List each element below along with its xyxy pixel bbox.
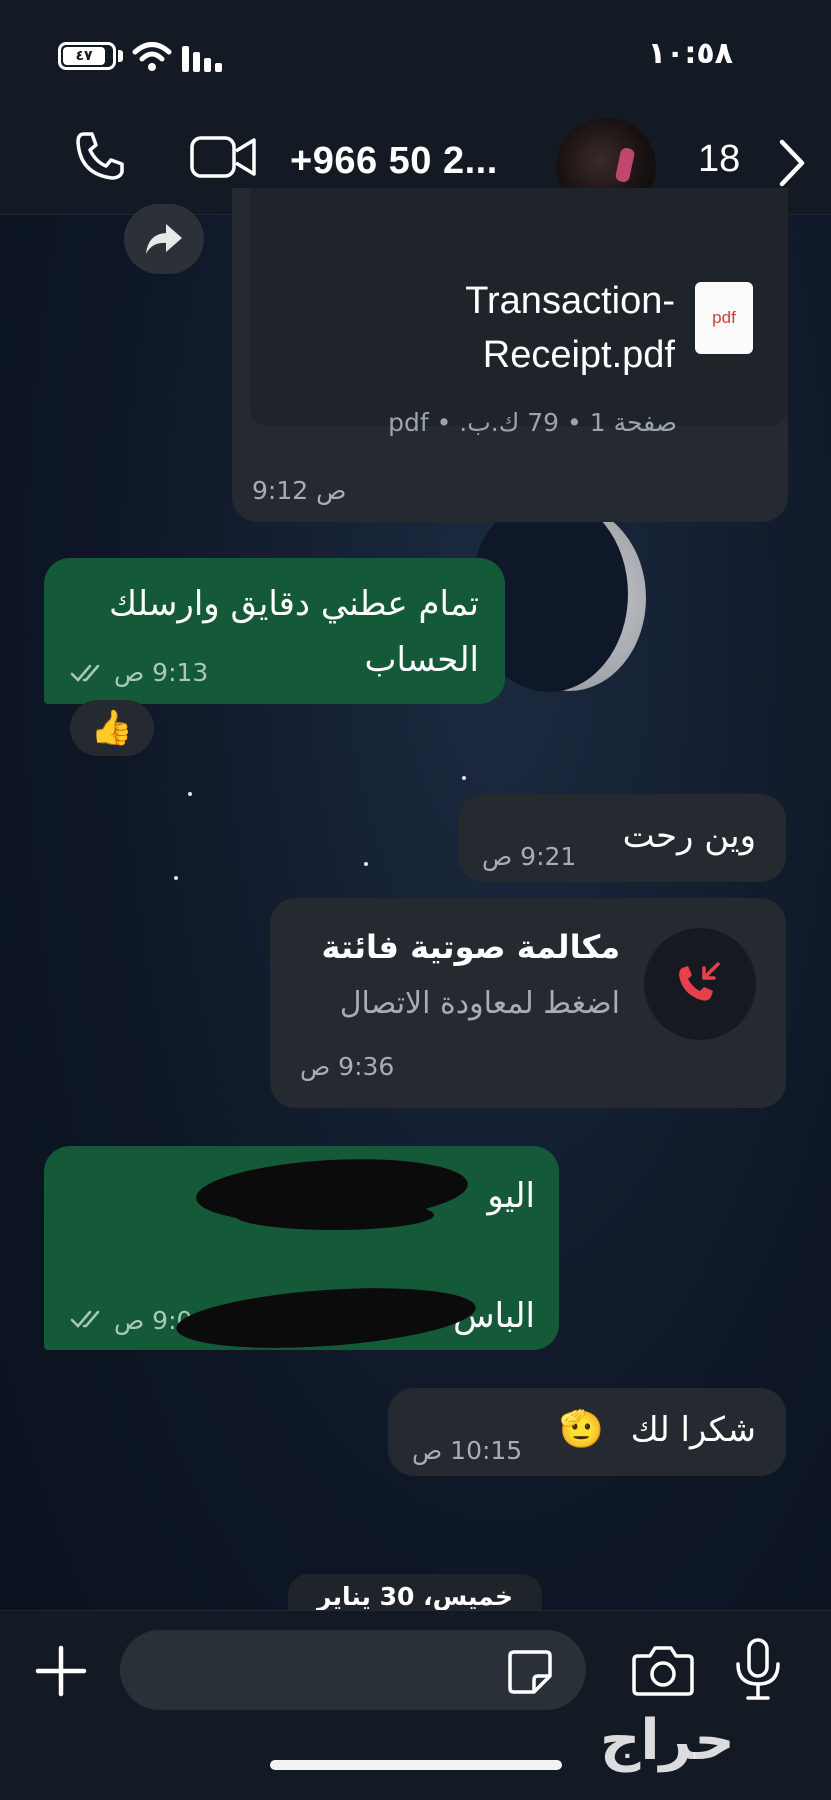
missed-call-title: مكالمة صوتية فائتة xyxy=(321,928,620,966)
star xyxy=(364,862,368,866)
message-time: 10:15 ص xyxy=(412,1436,523,1465)
missed-call-subtitle: اضغط لمعاودة الاتصال xyxy=(339,986,620,1021)
redaction-mark xyxy=(234,1200,434,1230)
message-time: 9:13 ص xyxy=(114,658,209,687)
date-separator: خميس، 30 يناير xyxy=(288,1574,542,1614)
forward-icon xyxy=(146,224,182,254)
pdf-file-info: صفحة 1 • 79 ك.ب. • pdf xyxy=(388,408,677,437)
reaction-badge[interactable]: 👍 xyxy=(70,700,154,756)
message-outgoing[interactable]: تمام عطني دقايق وارسلك الحساب 9:13 ص xyxy=(44,558,505,704)
watermark-logo: حراج xyxy=(600,1708,735,1773)
star xyxy=(174,876,178,880)
star xyxy=(188,792,192,796)
wifi-icon xyxy=(132,42,172,71)
double-check-icon xyxy=(70,1310,100,1328)
message-incoming[interactable]: شكرا لك 🫡 10:15 ص xyxy=(388,1388,786,1476)
star xyxy=(462,776,466,780)
camera-icon[interactable] xyxy=(632,1644,694,1696)
sticker-icon[interactable] xyxy=(506,1648,554,1696)
battery-level: ٤٧ xyxy=(63,47,105,65)
message-time: 9:21 ص xyxy=(482,842,577,871)
chevron-right-icon[interactable] xyxy=(776,138,806,188)
double-check-icon xyxy=(70,664,100,682)
forward-button[interactable] xyxy=(124,204,204,274)
emoji: 🫡 xyxy=(559,1409,604,1450)
home-indicator xyxy=(270,1760,562,1770)
microphone-icon[interactable] xyxy=(730,1636,786,1702)
signal-icon xyxy=(182,46,222,72)
call-back-button[interactable] xyxy=(644,928,756,1040)
contact-name[interactable]: +966 50 2... xyxy=(290,140,498,183)
message-text: شكرا لك xyxy=(630,1410,756,1450)
unread-count: 18 xyxy=(698,138,741,180)
message-text: اليو xyxy=(487,1176,535,1216)
phone-icon[interactable] xyxy=(72,128,128,184)
pdf-file-name: Transaction-Receipt.pdf xyxy=(465,280,675,376)
message-text: وين رحت xyxy=(622,816,756,856)
status-time: ١٠:٥٨ xyxy=(647,36,733,71)
video-call-icon[interactable] xyxy=(190,134,258,180)
missed-call-icon xyxy=(679,962,720,1001)
message-time: 9:36 ص xyxy=(300,1052,395,1081)
battery-icon: ٤٧ xyxy=(58,42,116,70)
message-time: 9:12 ص xyxy=(252,476,347,505)
plus-icon[interactable] xyxy=(34,1644,88,1698)
pdf-icon: pdf xyxy=(695,282,753,354)
redaction-mark xyxy=(230,1316,420,1342)
message-incoming[interactable]: وين رحت 9:21 ص xyxy=(458,794,786,882)
battery-tip xyxy=(118,50,123,62)
